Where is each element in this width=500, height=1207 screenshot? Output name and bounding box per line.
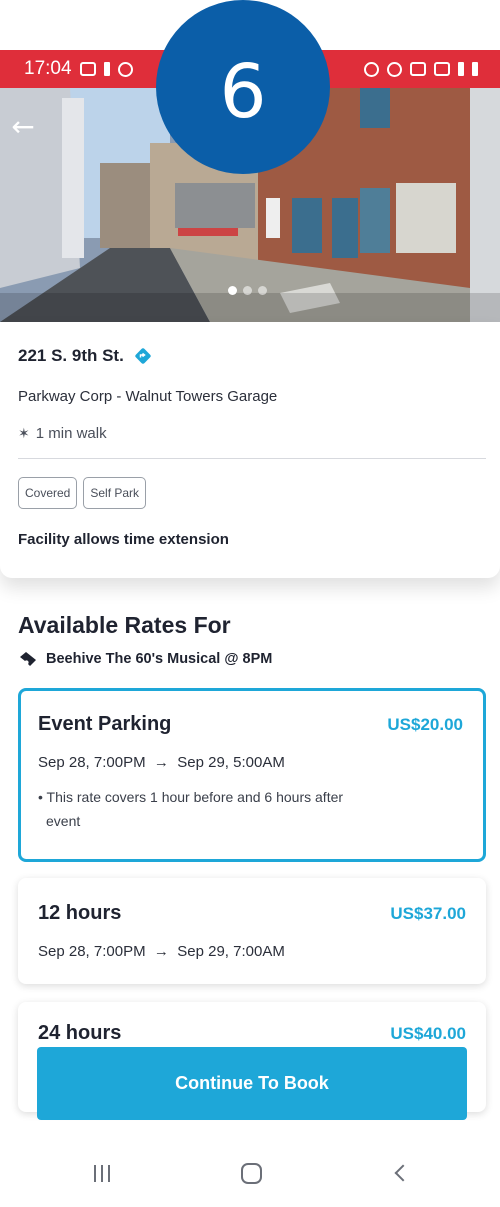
rates-title: Available Rates For [18, 612, 231, 638]
status-left: 17:04 [24, 58, 133, 80]
alarm-icon [387, 61, 402, 77]
rate-name: 24 hours [38, 1022, 122, 1044]
carousel-indicator [228, 286, 267, 295]
rate-name: 12 hours [38, 902, 122, 924]
step-number-badge: 6 [156, 0, 330, 174]
divider [18, 458, 486, 459]
carousel-dot [228, 286, 237, 295]
system-navigation-bar [0, 1140, 500, 1207]
carousel-dot [243, 286, 252, 295]
status-right [364, 61, 478, 77]
rate-end: Sep 29, 7:00AM [177, 943, 285, 960]
rate-header: 24 hours US$40.00 [38, 1022, 466, 1045]
clock-notification-icon [117, 61, 133, 77]
carousel-dot [258, 286, 267, 295]
back-arrow-icon[interactable]: ← [6, 112, 40, 142]
location-address: 221 S. 9th St. [18, 346, 124, 365]
walk-time: 1 min walk [35, 425, 107, 442]
step-number: 6 [219, 49, 267, 135]
time-extension-note: Facility allows time extension [18, 531, 229, 548]
rate-header: 12 hours US$37.00 [38, 902, 466, 925]
directions-pin-icon[interactable] [134, 347, 152, 365]
amenity-tags: Covered Self Park [18, 477, 482, 509]
location-info-card: 221 S. 9th St. Parkway Corp - Walnut Tow… [0, 322, 500, 578]
rate-price: US$40.00 [390, 1024, 466, 1043]
rate-card-event-parking[interactable]: Event Parking US$20.00 Sep 28, 7:00PM → … [18, 688, 486, 862]
event-row: Beehive The 60's Musical @ 8PM [18, 651, 272, 667]
arrow-right-icon: → [153, 754, 169, 771]
rate-start: Sep 28, 7:00PM [38, 943, 146, 960]
operator-name: Parkway Corp - Walnut Towers Garage [18, 388, 278, 405]
home-icon[interactable] [231, 1158, 271, 1188]
rate-price: US$20.00 [387, 715, 463, 734]
mute-icon [410, 62, 426, 76]
walk-time-row: ✶ 1 min walk [18, 425, 482, 442]
rate-note-line: • This rate covers 1 hour before and 6 h… [38, 789, 344, 805]
signal-icon [458, 62, 464, 76]
back-chevron-icon[interactable] [380, 1158, 420, 1188]
rate-time-range: Sep 28, 7:00PM → Sep 29, 5:00AM [38, 754, 463, 771]
continue-to-book-button[interactable]: Continue To Book [37, 1047, 467, 1120]
tag-covered: Covered [18, 477, 78, 509]
tag-self-park: Self Park [83, 477, 147, 509]
rate-header: Event Parking US$20.00 [38, 713, 463, 736]
app-notification-icon [103, 62, 110, 76]
walking-icon: ✶ [18, 425, 30, 442]
rate-time-range: Sep 28, 7:00PM → Sep 29, 7:00AM [38, 943, 466, 960]
event-name: Beehive The 60's Musical @ 8PM [46, 651, 273, 667]
address-row: 221 S. 9th St. [18, 346, 482, 366]
battery-icon [472, 62, 478, 76]
ticket-icon [20, 652, 36, 666]
rate-price: US$37.00 [390, 904, 466, 923]
rate-name: Event Parking [38, 713, 172, 735]
vr-icon [364, 61, 379, 77]
wifi-icon [434, 62, 450, 76]
status-time: 17:04 [24, 58, 72, 79]
rate-note-line: event [46, 813, 81, 829]
rate-card-12-hours[interactable]: 12 hours US$37.00 Sep 28, 7:00PM → Sep 2… [18, 878, 486, 984]
arrow-right-icon: → [153, 943, 169, 960]
rate-start: Sep 28, 7:00PM [38, 754, 146, 771]
gallery-notification-icon [79, 62, 96, 76]
rate-note: • This rate covers 1 hour before and 6 h… [38, 785, 463, 833]
rate-end: Sep 29, 5:00AM [177, 754, 285, 771]
recent-apps-icon[interactable] [82, 1158, 122, 1188]
